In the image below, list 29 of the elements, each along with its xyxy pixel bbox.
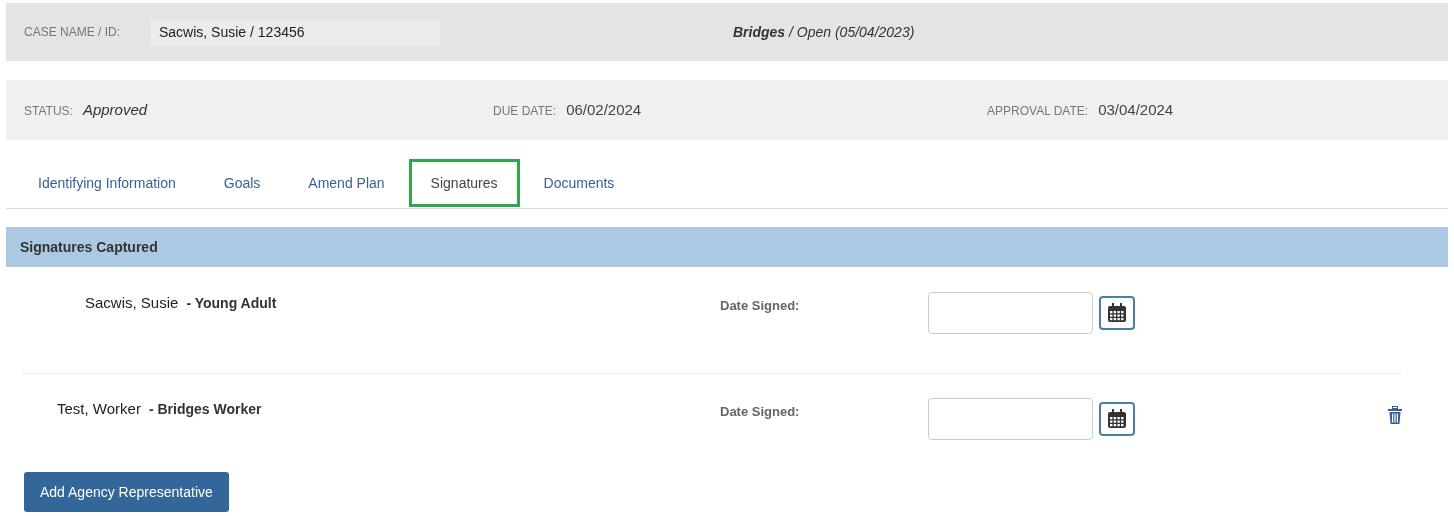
add-agency-representative-button[interactable]: Add Agency Representative — [24, 472, 229, 512]
status-value: Approved — [82, 99, 148, 120]
due-date-value: 06/02/2024 — [566, 99, 642, 120]
approval-date-value: 03/04/2024 — [1098, 99, 1174, 120]
program-status: Bridges / Open (05/04/2023) — [733, 22, 915, 42]
signer-role: - Young Adult — [186, 294, 277, 313]
calendar-icon — [1106, 408, 1128, 430]
tab[interactable]: Amend Plan — [284, 159, 409, 207]
case-name-label: CASE NAME / ID: — [24, 24, 122, 41]
approval-date-label: APPROVAL DATE: — [987, 102, 1089, 120]
date-signed-field[interactable] — [928, 292, 1093, 334]
section-header: Signatures Captured — [6, 227, 1448, 267]
status-label: STATUS: — [24, 102, 73, 120]
tab[interactable]: Goals — [199, 159, 285, 207]
signer-role: - Bridges Worker — [148, 400, 262, 419]
tab[interactable]: Identifying Information — [14, 159, 200, 207]
tab[interactable]: Signatures — [408, 159, 520, 207]
date-signed-label: Date Signed: — [720, 297, 801, 315]
signer-name: Test, Worker — [57, 399, 141, 419]
case-name-value: Sacwis, Susie / 123456 — [150, 18, 440, 46]
trash-icon[interactable] — [1388, 406, 1402, 424]
due-date-label: DUE DATE: — [493, 102, 557, 120]
tab[interactable]: Documents — [519, 159, 639, 207]
calendar-button[interactable] — [1099, 402, 1135, 436]
calendar-icon — [1106, 302, 1128, 324]
date-signed-label: Date Signed: — [720, 403, 801, 421]
calendar-button[interactable] — [1099, 296, 1135, 330]
signer-name: Sacwis, Susie — [85, 293, 179, 313]
date-signed-field[interactable] — [928, 398, 1093, 440]
